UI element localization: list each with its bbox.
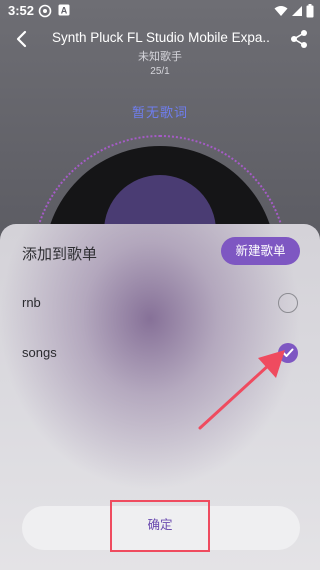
share-icon[interactable] [289, 29, 309, 49]
signal-icon [291, 5, 303, 20]
svg-text:A: A [61, 6, 68, 16]
a-badge-icon: A [58, 4, 72, 18]
playlist-name: songs [22, 345, 57, 360]
radio-unchecked-icon[interactable] [278, 293, 298, 313]
song-title: Synth Pluck FL Studio Mobile Expa.. [52, 30, 270, 45]
playlist-name: rnb [22, 295, 41, 310]
no-lyrics-label[interactable]: 暂无歌词 [0, 102, 320, 121]
status-time: 3:52 [8, 3, 35, 18]
sheet-title: 添加到歌单 [22, 246, 98, 263]
new-playlist-button[interactable]: 新建歌单 [221, 237, 300, 265]
playlist-item-rnb[interactable]: rnb [0, 284, 320, 324]
artist-name: 未知歌手 [138, 51, 182, 63]
back-button[interactable] [14, 30, 30, 48]
track-count: 25/1 [150, 66, 170, 77]
battery-icon [306, 4, 314, 21]
sync-icon [38, 4, 52, 18]
confirm-button[interactable]: 确定 [110, 500, 210, 552]
status-bar: 3:52 A [0, 0, 320, 22]
annotation-arrow-icon [190, 340, 300, 440]
wifi-icon [274, 5, 288, 20]
